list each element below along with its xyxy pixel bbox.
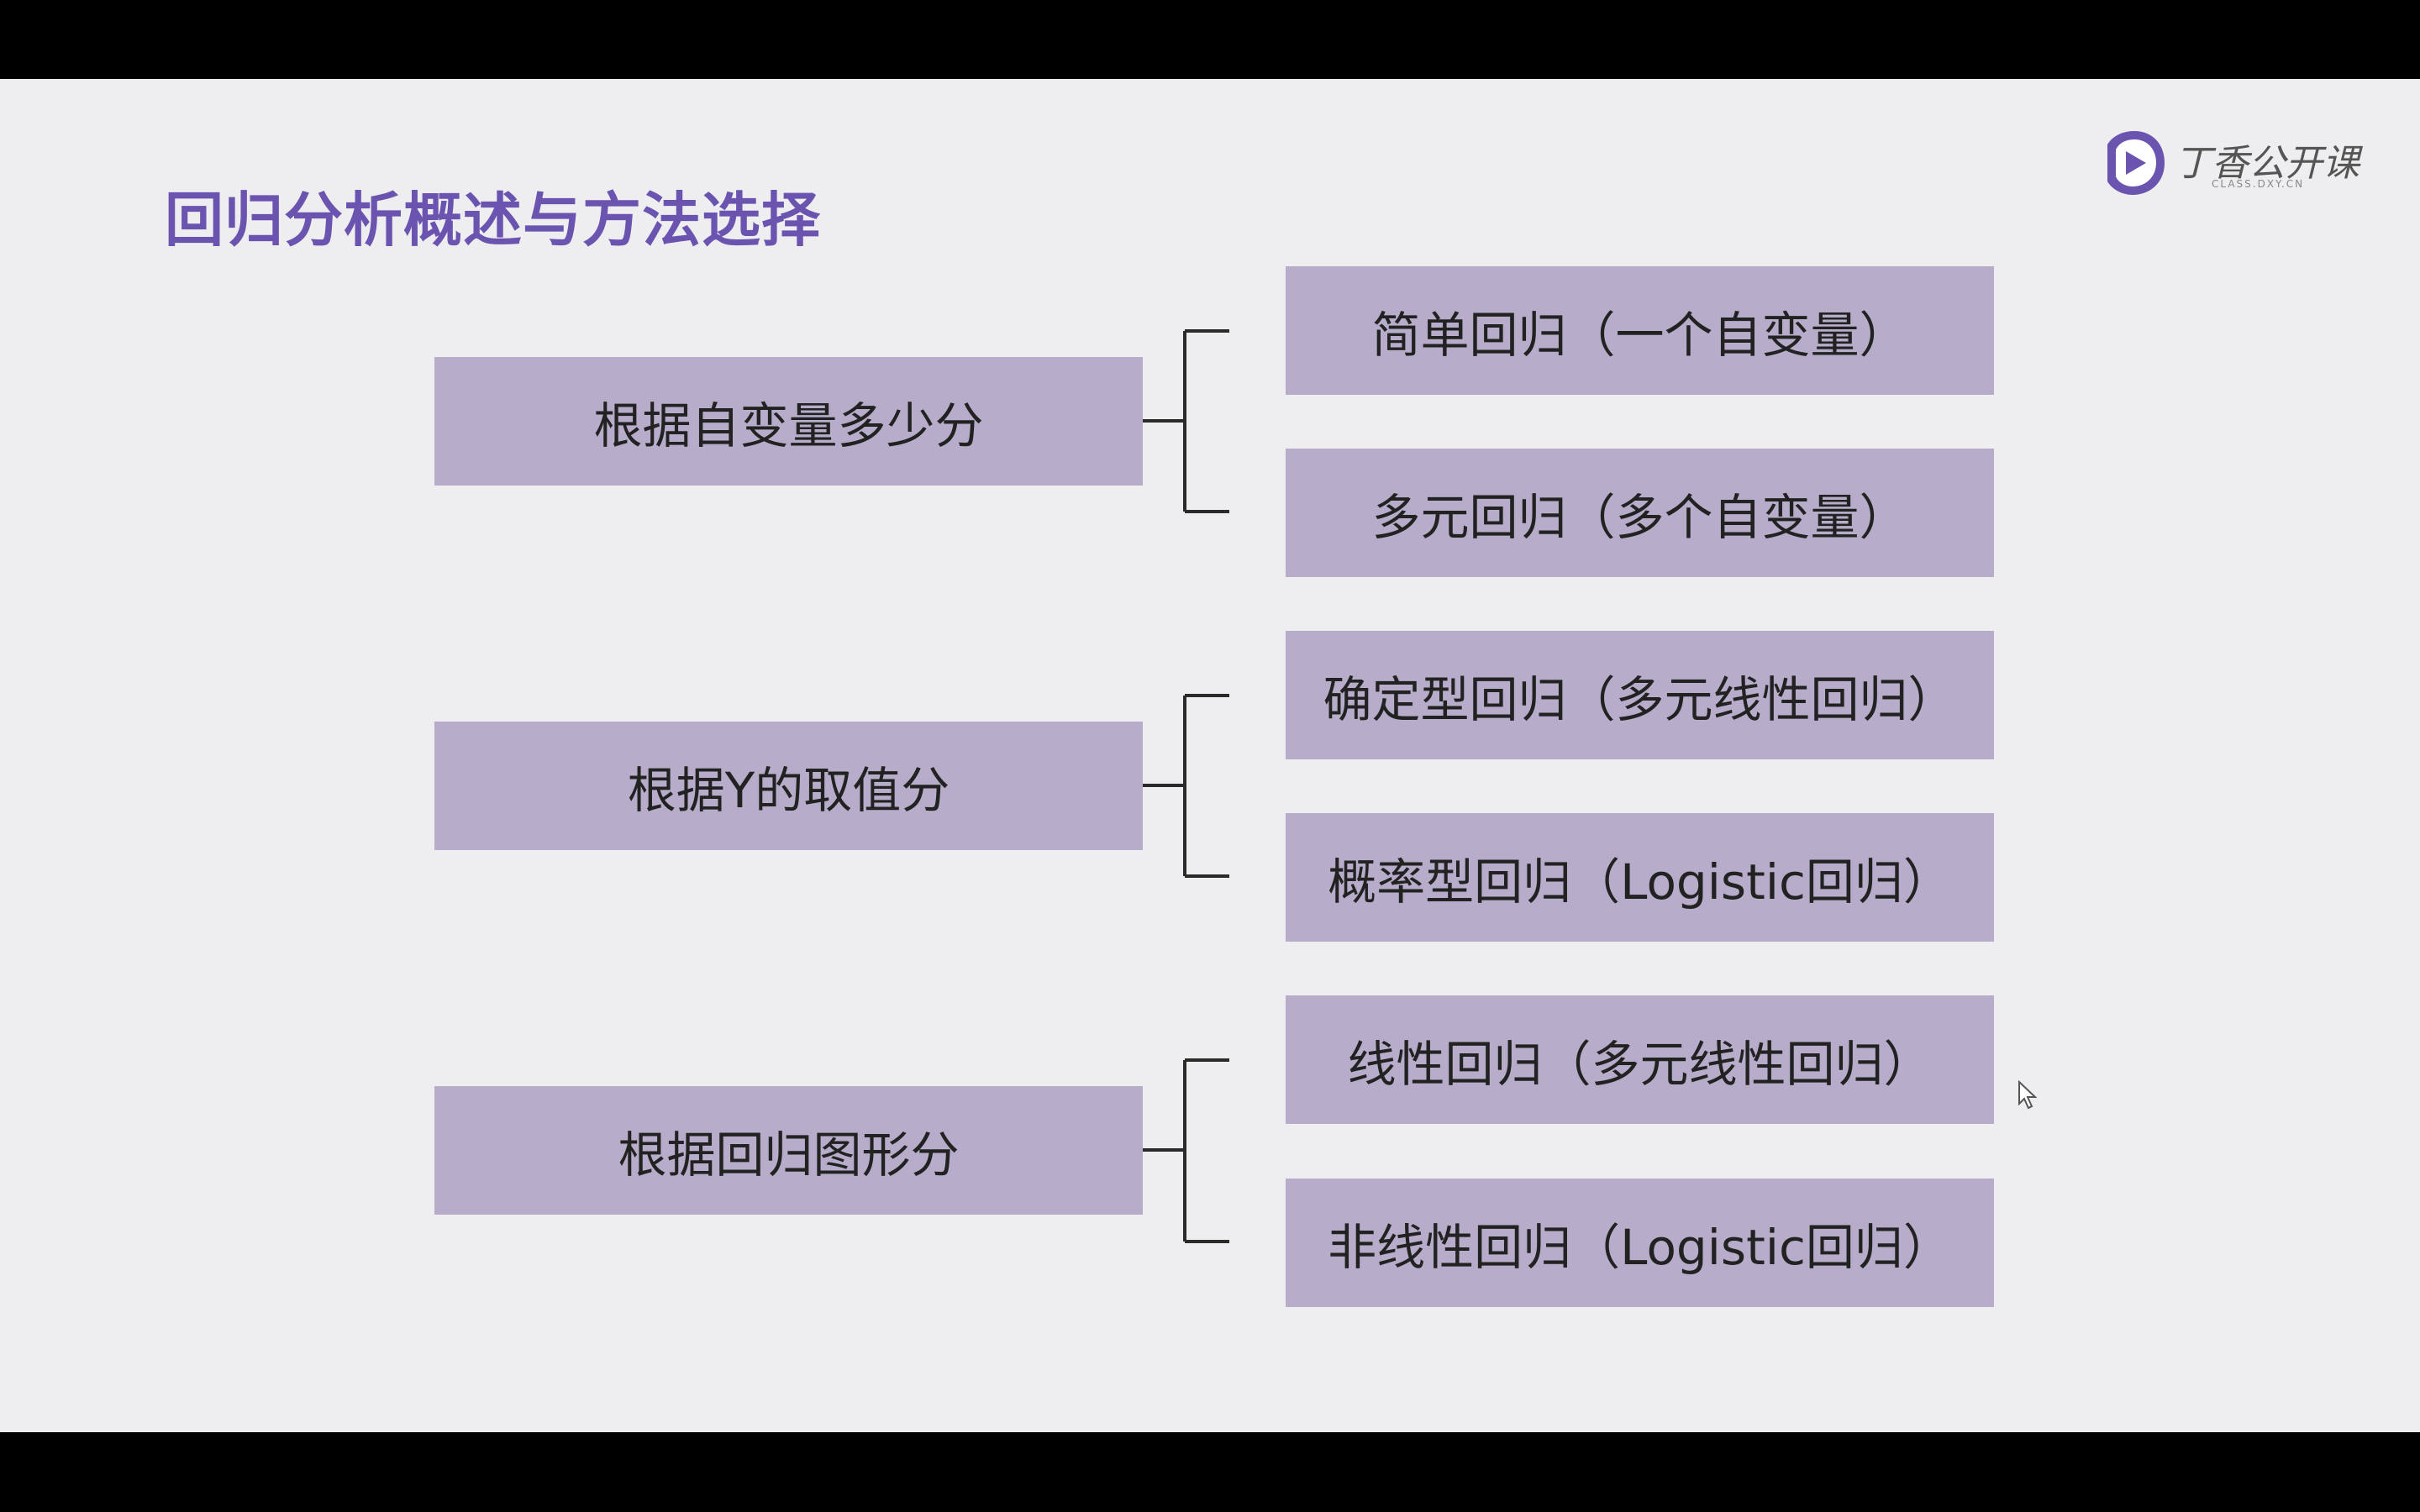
method-box-linear-regression: 线性回归（多元线性回归） <box>1286 995 1994 1124</box>
slide: 回归分析概述与方法选择 丁香公开课 CLASS.DXY.CN 根据自变量多少分 … <box>0 79 2420 1432</box>
method-box-multiple-regression: 多元回归（多个自变量） <box>1286 449 1994 577</box>
bracket-group-2 <box>1143 694 1229 878</box>
method-box-nonlinear-regression: 非线性回归（Logistic回归） <box>1286 1179 1994 1307</box>
bracket-group-1 <box>1143 329 1229 513</box>
method-box-deterministic-regression: 确定型回归（多元线性回归） <box>1286 631 1994 759</box>
mouse-pointer-icon <box>2018 1080 2038 1110</box>
bracket-connectors <box>1143 329 1229 1243</box>
video-frame: 回归分析概述与方法选择 丁香公开课 CLASS.DXY.CN 根据自变量多少分 … <box>0 0 2420 1512</box>
category-box-regression-shape: 根据回归图形分 <box>434 1086 1143 1215</box>
method-box-simple-regression: 简单回归（一个自变量） <box>1286 266 1994 395</box>
bracket-group-3 <box>1143 1058 1229 1243</box>
category-box-variable-count: 根据自变量多少分 <box>434 357 1143 486</box>
category-box-y-value: 根据Y的取值分 <box>434 722 1143 850</box>
method-box-probabilistic-regression: 概率型回归（Logistic回归） <box>1286 813 1994 942</box>
